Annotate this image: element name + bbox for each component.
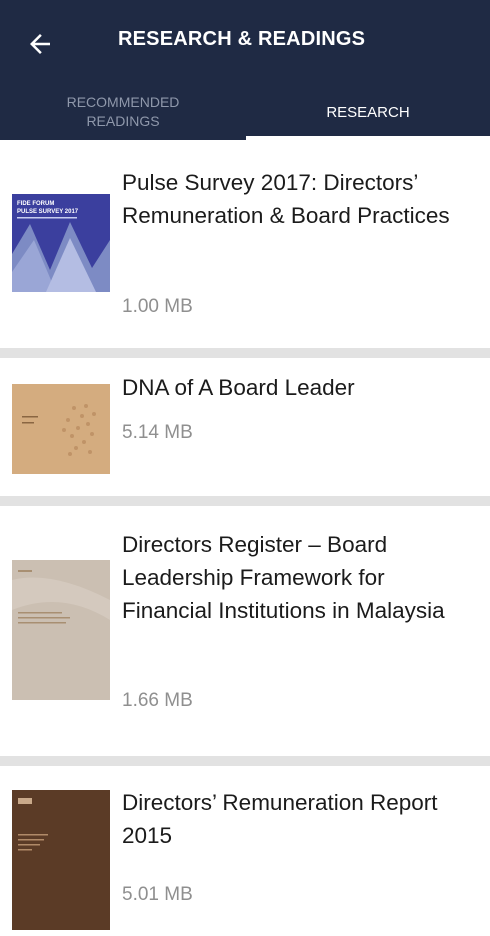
tab-label: RESEARCH [326, 103, 410, 121]
list-item[interactable]: Directors’ Remuneration Report 2015 5.01… [0, 766, 490, 936]
list-item[interactable]: FIDE FORUM PULSE SURVEY 2017 Pulse Surve… [0, 140, 490, 358]
item-size: 5.14 MB [122, 422, 193, 443]
item-title: Pulse Survey 2017: Directors’ Remunerati… [122, 170, 450, 228]
app-bar: RESEARCH & READINGS [0, 0, 490, 84]
item-size: 1.00 MB [122, 296, 193, 317]
research-list: FIDE FORUM PULSE SURVEY 2017 Pulse Surve… [0, 140, 490, 936]
back-button[interactable] [22, 26, 58, 62]
item-size: 1.66 MB [122, 690, 193, 711]
arrow-left-icon [25, 29, 55, 59]
list-item[interactable]: DNA of A Board Leader 5.14 MB [0, 358, 490, 506]
list-item[interactable]: Directors Register – Board Leadership Fr… [0, 506, 490, 766]
tab-research[interactable]: RESEARCH [246, 84, 490, 140]
tab-label: RECOMMENDED READINGS [66, 94, 180, 129]
cover-thumbnail: FIDE FORUM PULSE SURVEY 2017 [12, 194, 110, 292]
svg-text:FIDE FORUM: FIDE FORUM [17, 201, 54, 207]
item-size: 5.01 MB [122, 884, 193, 905]
item-title: DNA of A Board Leader [122, 375, 355, 400]
item-title: Directors’ Remuneration Report 2015 [122, 790, 438, 848]
cover-thumbnail [12, 384, 110, 474]
tab-recommended-readings[interactable]: RECOMMENDED READINGS [0, 84, 246, 140]
cover-thumbnail [12, 790, 110, 930]
tab-bar: RECOMMENDED READINGS RESEARCH [0, 84, 490, 140]
cover-thumbnail [12, 560, 110, 700]
page-title: RESEARCH & READINGS [118, 28, 366, 50]
item-title: Directors Register – Board Leadership Fr… [122, 532, 445, 623]
svg-text:PULSE SURVEY 2017: PULSE SURVEY 2017 [17, 209, 79, 215]
